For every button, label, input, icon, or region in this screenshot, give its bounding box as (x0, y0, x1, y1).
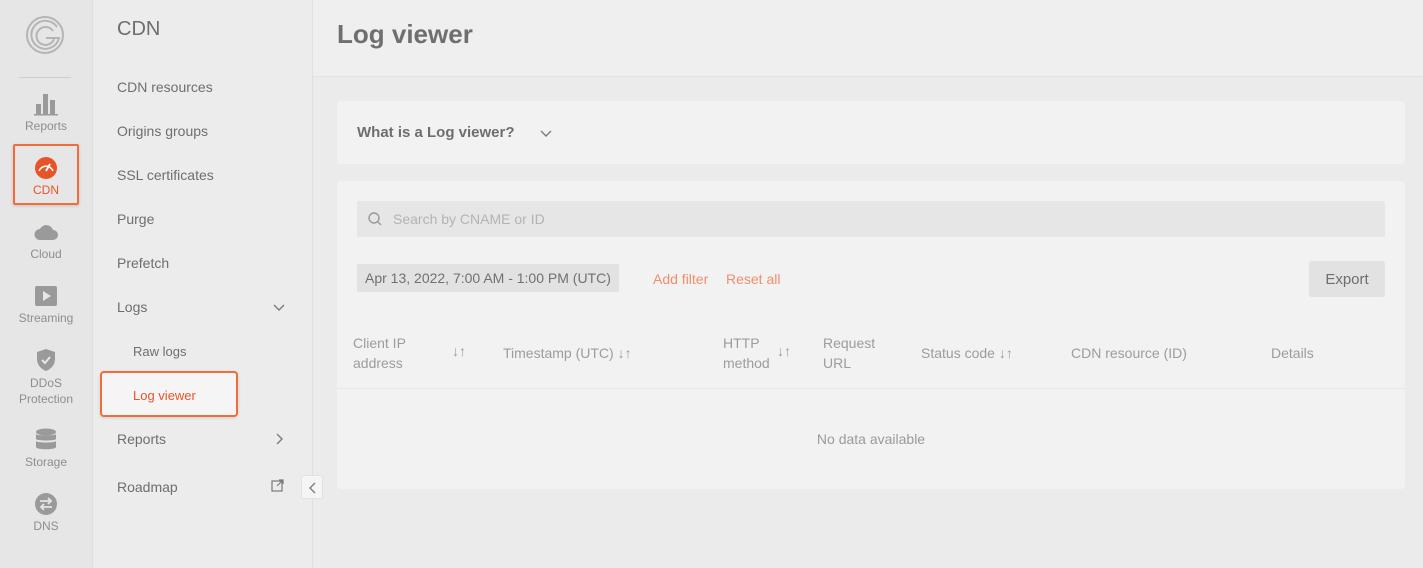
faq-accordion[interactable]: What is a Log viewer? (337, 101, 1405, 164)
bar-chart-icon (34, 94, 58, 116)
sidebar-item-raw-logs[interactable]: Raw logs (133, 344, 186, 359)
collapse-sidebar-button[interactable] (301, 475, 323, 499)
rail-item-dns[interactable]: DNS (0, 492, 92, 533)
sort-icon[interactable]: ↓↑ (452, 343, 466, 359)
sidebar-title: CDN (117, 18, 161, 40)
column-header-line: address (353, 355, 403, 371)
column-header-line: method (723, 355, 770, 371)
column-header-http-method[interactable]: HTTP method (723, 333, 770, 373)
database-icon (36, 428, 56, 450)
speedometer-icon (35, 157, 57, 179)
swap-icon (35, 493, 57, 515)
add-filter-link[interactable]: Add filter (653, 271, 708, 287)
icon-rail: Reports CDN Cloud Streaming DDoS Protect… (0, 0, 93, 568)
export-button[interactable]: Export (1309, 261, 1385, 297)
faq-question[interactable]: What is a Log viewer? (357, 124, 515, 141)
sidebar-item-origins-groups[interactable]: Origins groups (117, 123, 208, 139)
rail-item-label: Cloud (30, 247, 62, 261)
column-header-cdn-resource: CDN resource (ID) (1071, 345, 1187, 361)
play-icon (35, 286, 57, 306)
rail-item-label: Streaming (18, 311, 74, 325)
sidebar-item-label: Log viewer (133, 388, 196, 403)
rail-item-streaming[interactable]: Streaming (0, 284, 92, 325)
empty-state-text: No data available (816, 431, 926, 447)
column-header-timestamp[interactable]: Timestamp (UTC) ↓↑ (503, 343, 632, 363)
sidebar-item-roadmap[interactable]: Roadmap (117, 479, 178, 495)
column-header-request-url: Request URL (823, 333, 875, 373)
rail-item-label: DNS (33, 519, 59, 533)
table-divider (337, 388, 1405, 389)
search-icon (368, 212, 382, 226)
rail-divider (19, 77, 71, 78)
rail-item-label: Reports (24, 119, 68, 133)
rail-item-label: DDoS Protection (18, 376, 74, 406)
gcore-logo-icon[interactable] (24, 14, 66, 56)
column-header-details: Details (1271, 345, 1314, 361)
column-header-status-code[interactable]: Status code ↓↑ (921, 343, 1013, 363)
sort-icon[interactable]: ↓↑ (777, 343, 791, 359)
sidebar-item-reports[interactable]: Reports (117, 431, 166, 447)
search-box[interactable] (357, 201, 1385, 237)
rail-item-reports[interactable]: Reports (0, 92, 92, 133)
column-header-line: Request (823, 335, 876, 351)
sort-icon[interactable]: ↓↑ (999, 345, 1013, 361)
column-header-line: URL (823, 355, 852, 371)
column-header-client-ip[interactable]: Client IP address (353, 333, 406, 373)
sidebar-item-purge[interactable]: Purge (117, 211, 154, 227)
column-header-line: HTTP (723, 335, 760, 351)
search-input[interactable] (393, 201, 1373, 237)
sidebar-item-log-viewer[interactable]: Log viewer (100, 371, 238, 417)
chevron-down-icon[interactable] (272, 300, 286, 314)
cdn-sidebar: CDN CDN resources Origins groups SSL cer… (93, 0, 313, 568)
rail-item-ddos-protection[interactable]: DDoS Protection (0, 348, 92, 407)
column-header-line: Timestamp (UTC) (503, 345, 614, 361)
chevron-right-icon[interactable] (272, 432, 286, 446)
reset-all-link[interactable]: Reset all (726, 271, 780, 287)
column-header-line: Status code (921, 345, 995, 361)
log-table-card: Apr 13, 2022, 7:00 AM - 1:00 PM (UTC) Ad… (337, 181, 1405, 489)
page-title: Log viewer (337, 19, 473, 49)
rail-item-storage[interactable]: Storage (0, 428, 92, 469)
sort-icon[interactable]: ↓↑ (618, 345, 632, 361)
rail-item-cdn[interactable]: CDN (0, 156, 92, 197)
rail-item-label: CDN (33, 183, 59, 197)
sidebar-item-cdn-resources[interactable]: CDN resources (117, 79, 213, 95)
sidebar-item-ssl-certificates[interactable]: SSL certificates (117, 167, 214, 183)
sidebar-item-logs[interactable]: Logs (117, 299, 147, 315)
shield-icon (37, 349, 55, 371)
sidebar-item-prefetch[interactable]: Prefetch (117, 255, 169, 271)
cloud-icon (34, 225, 58, 240)
external-link-icon[interactable] (271, 479, 284, 492)
date-range-filter[interactable]: Apr 13, 2022, 7:00 AM - 1:00 PM (UTC) (357, 264, 619, 292)
chevron-down-icon[interactable] (539, 126, 553, 140)
page-header: Log viewer (313, 0, 1423, 77)
rail-item-cloud[interactable]: Cloud (0, 220, 92, 261)
chevron-left-icon (309, 482, 316, 494)
rail-item-label: Storage (24, 455, 68, 469)
column-header-line: Client IP (353, 335, 406, 351)
